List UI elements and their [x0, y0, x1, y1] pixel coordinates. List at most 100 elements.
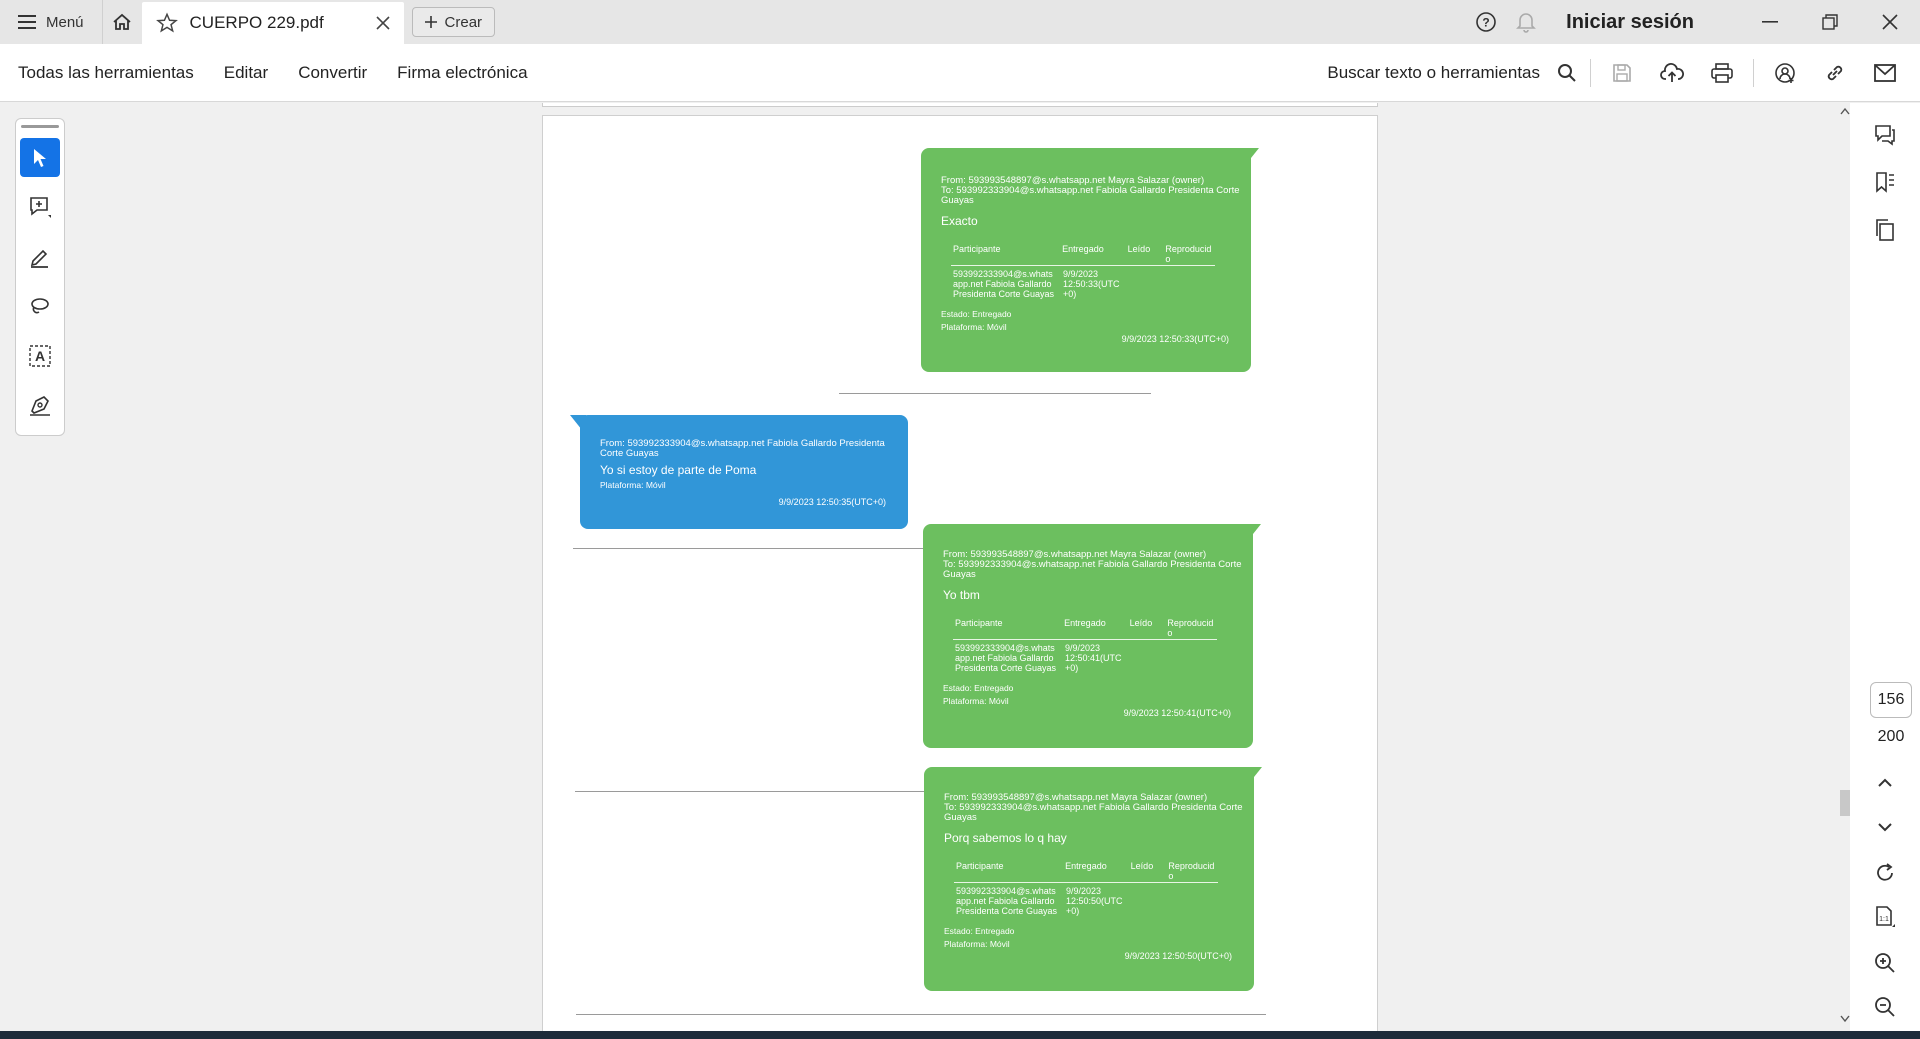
status-delivered: Estado: Entregado	[944, 926, 1015, 936]
menu-esign[interactable]: Firma electrónica	[397, 63, 527, 83]
message-status: Plataforma: Móvil	[600, 479, 666, 492]
add-comment-tool-button[interactable]	[20, 187, 60, 227]
vertical-scrollbar[interactable]	[1840, 103, 1850, 1031]
bookmarks-panel-button[interactable]	[1850, 162, 1920, 202]
receipt-columns: Participante Entregado Leído Reproducid o	[956, 861, 1218, 881]
close-window-button[interactable]	[1860, 0, 1920, 44]
right-sidebar: 1:1	[1850, 103, 1920, 1031]
page-fit-button[interactable]: 1:1	[1850, 897, 1920, 937]
save-button[interactable]	[1597, 53, 1647, 93]
copy-pages-icon	[1876, 219, 1894, 241]
menu-all-tools[interactable]: Todas las herramientas	[18, 63, 194, 83]
minimize-icon	[1762, 21, 1778, 23]
help-button[interactable]: ?	[1466, 0, 1506, 44]
help-icon: ?	[1476, 12, 1496, 32]
home-icon	[113, 13, 131, 30]
receipt-columns: Participante Entregado Leído Reproducid o	[955, 618, 1217, 638]
signin-link[interactable]: Iniciar sesión	[1566, 11, 1694, 34]
message-separator	[576, 1014, 1266, 1015]
message-text: Yo tbm	[943, 588, 980, 602]
message-from-continued: Corte Guayas	[600, 448, 659, 459]
zoom-out-button[interactable]	[1850, 987, 1920, 1027]
rotate-icon	[1877, 863, 1893, 881]
message-header: From: 593992333904@s.whatsapp.net Fabiol…	[600, 439, 900, 459]
svg-text:1:1: 1:1	[1879, 916, 1889, 923]
zoom-in-button[interactable]	[1850, 943, 1920, 983]
status-platform: Plataforma: Móvil	[941, 322, 1007, 332]
upload-button[interactable]	[1647, 53, 1697, 93]
rotate-button[interactable]	[1850, 853, 1920, 893]
receipt-divider	[954, 882, 1218, 883]
receipt-delivered: 9/9/2023 12:50:50(UTC +0)	[1066, 886, 1123, 916]
status-delivered: Estado: Entregado	[943, 683, 1014, 693]
drag-grip[interactable]	[21, 125, 59, 128]
message-timestamp: 9/9/2023 12:50:33(UTC+0)	[1121, 334, 1229, 344]
search-button[interactable]	[1550, 53, 1584, 93]
select-tool-button[interactable]	[20, 137, 60, 178]
message-text: Exacto	[941, 214, 978, 228]
save-icon	[1613, 63, 1631, 82]
share-user-icon	[1775, 62, 1795, 83]
menu-button[interactable]: Menú	[0, 0, 102, 44]
next-page-button[interactable]	[1850, 807, 1920, 847]
bubble-tail	[1245, 524, 1261, 544]
receipt-row: 593992333904@s.whats app.net Fabiola Gall…	[955, 643, 1131, 673]
tab-document[interactable]: CUERPO 229.pdf	[141, 2, 404, 44]
message-separator	[573, 548, 933, 549]
receipt-row: 593992333904@s.whats app.net Fabiola Gall…	[956, 886, 1132, 916]
col-delivered: Entregado	[1064, 618, 1106, 628]
menu-convert[interactable]: Convertir	[298, 63, 367, 83]
bubble-tail	[570, 415, 586, 435]
search-tools-label[interactable]: Buscar texto o herramientas	[1327, 63, 1540, 83]
zoom-in-icon	[1875, 953, 1895, 973]
minimize-button[interactable]	[1740, 0, 1800, 44]
star-icon[interactable]	[155, 12, 178, 34]
receipt-divider	[953, 639, 1217, 640]
receipt-participant: 593992333904@s.whats app.net Fabiola Gall…	[955, 643, 1057, 673]
scroll-down-arrow-icon[interactable]	[1840, 1015, 1850, 1023]
message-timestamp: 9/9/2023 12:50:50(UTC+0)	[1124, 951, 1232, 961]
previous-page-button[interactable]	[1850, 763, 1920, 803]
bubble-tail	[1246, 767, 1262, 787]
draw-tool-button[interactable]	[20, 286, 60, 326]
document-viewport[interactable]: From: 593993548897@s.whatsapp.net Mayra …	[80, 103, 1842, 1031]
receipt-divider	[951, 265, 1215, 266]
link-button[interactable]	[1810, 53, 1860, 93]
col-participant: Participante	[956, 861, 1004, 871]
tab-title: CUERPO 229.pdf	[189, 13, 324, 32]
main-toolbar: Todas las herramientas Editar Convertir …	[0, 44, 1920, 102]
pages-panel-button[interactable]	[1850, 210, 1920, 250]
restore-icon	[1822, 14, 1838, 30]
close-tab-icon[interactable]	[375, 16, 390, 30]
text-box-tool-button[interactable]: A	[20, 336, 60, 376]
col-delivered: Entregado	[1062, 244, 1104, 254]
page-number-input[interactable]: 156	[1870, 682, 1912, 718]
share-button[interactable]	[1760, 53, 1810, 93]
print-button[interactable]	[1697, 53, 1747, 93]
message-text: Yo si estoy de parte de Poma	[600, 463, 757, 477]
col-read: Leído	[1127, 244, 1151, 254]
menu-edit[interactable]: Editar	[224, 63, 268, 83]
col-participant: Participante	[953, 244, 1001, 254]
home-button[interactable]	[101, 0, 142, 44]
bell-icon	[1516, 13, 1537, 33]
email-button[interactable]	[1860, 53, 1910, 93]
toolbar-divider	[1753, 58, 1754, 87]
print-icon	[1711, 62, 1733, 83]
previous-page-edge	[542, 103, 1378, 107]
receipt-delivered: 9/9/2023 12:50:41(UTC +0)	[1065, 643, 1122, 673]
notifications-button[interactable]	[1506, 0, 1546, 44]
mail-icon	[1874, 63, 1896, 82]
restore-button[interactable]	[1800, 0, 1860, 44]
col-read: Leído	[1129, 618, 1153, 628]
menu-label: Menú	[46, 13, 84, 31]
comments-panel-button[interactable]	[1850, 115, 1920, 155]
signature-pen-icon	[30, 396, 50, 417]
col-read: Leído	[1130, 861, 1154, 871]
highlight-tool-button[interactable]	[20, 237, 60, 277]
create-button[interactable]: Crear	[411, 7, 496, 37]
message-separator	[839, 393, 1151, 394]
scroll-up-arrow-icon[interactable]	[1840, 107, 1850, 115]
message-status: Estado: Entregado Plataforma: Móvil	[944, 925, 1014, 951]
sign-tool-button[interactable]	[20, 385, 60, 425]
